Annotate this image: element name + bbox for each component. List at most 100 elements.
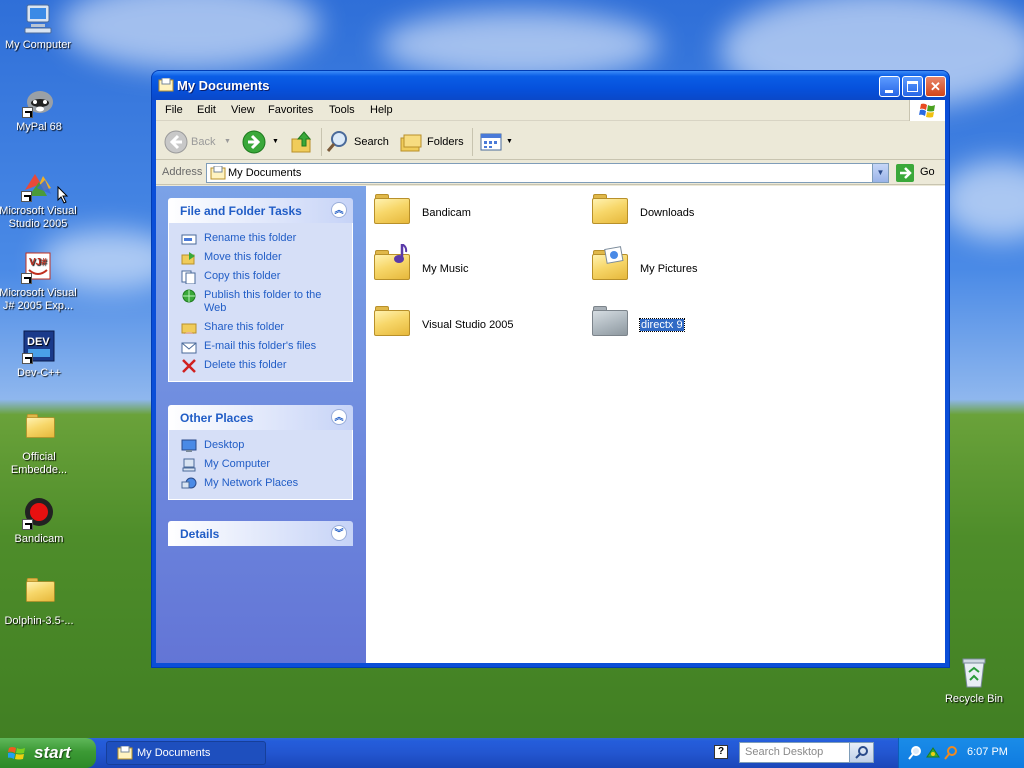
- computer-icon: [182, 458, 196, 472]
- panel-header[interactable]: Details ︾: [168, 521, 353, 546]
- place-my-network-places[interactable]: My Network Places: [169, 474, 352, 493]
- task-label: Rename this folder: [204, 232, 297, 244]
- collapse-chevron-icon[interactable]: ︽: [331, 409, 347, 425]
- desktop-icon-official-embedded[interactable]: Official Embedde...: [0, 414, 79, 477]
- windows-logo-icon: [909, 100, 945, 121]
- forward-arrow-icon: [242, 130, 266, 154]
- views-dropdown-icon: ▼: [506, 138, 513, 145]
- folders-button[interactable]: Folders: [399, 130, 465, 154]
- system-tray: 6:07 PM: [898, 738, 1024, 768]
- share-folder-icon: [181, 323, 197, 334]
- email-icon: [181, 342, 197, 354]
- task-delete-folder[interactable]: Delete this folder: [169, 356, 352, 375]
- desktop-icon-dev-cpp[interactable]: DEV Dev-C++: [0, 330, 79, 380]
- folder-item[interactable]: Downloads: [592, 192, 752, 236]
- task-email-files[interactable]: E-mail this folder's files: [169, 337, 352, 356]
- task-rename-folder[interactable]: Rename this folder: [169, 229, 352, 248]
- taskbar: start My Documents ? Search Desktop 6:07…: [0, 738, 1024, 768]
- search-button[interactable]: Search: [326, 130, 392, 154]
- search-desktop-input[interactable]: Search Desktop: [739, 742, 874, 763]
- task-label: Publish this folder to the Web: [204, 289, 322, 314]
- start-button[interactable]: start: [0, 738, 96, 768]
- search-desktop-placeholder: Search Desktop: [745, 746, 824, 758]
- network-tray-icon[interactable]: [925, 745, 941, 761]
- folder-icon: [592, 306, 628, 336]
- title-bar[interactable]: My Documents ✕: [152, 71, 949, 100]
- computer-icon: [21, 2, 55, 36]
- task-move-folder[interactable]: Move this folder: [169, 248, 352, 267]
- desktop-icon-label: Microsoft Visual J# 2005 Exp...: [0, 287, 77, 312]
- collapse-chevron-icon[interactable]: ︽: [331, 202, 347, 218]
- folder-icon: [374, 194, 410, 224]
- search-icon: [326, 131, 347, 152]
- help-icon[interactable]: ?: [714, 745, 728, 759]
- svg-text:VJ#: VJ#: [29, 257, 47, 268]
- desktop-icon-label: My Computer: [4, 39, 72, 51]
- raccoon-icon: [22, 84, 56, 118]
- up-folder-icon: [291, 131, 312, 153]
- folder-label: My Music: [422, 263, 469, 275]
- expand-chevron-icon[interactable]: ︾: [331, 525, 347, 541]
- desktop-icon-my-computer[interactable]: My Computer: [0, 2, 78, 52]
- menu-edit[interactable]: Edit: [197, 104, 216, 116]
- back-dropdown-icon[interactable]: ▼: [224, 130, 231, 154]
- task-share-folder[interactable]: Share this folder: [169, 318, 352, 337]
- folder-item-selected[interactable]: directx 9: [592, 304, 752, 348]
- clock[interactable]: 6:07 PM: [967, 746, 1008, 758]
- minimize-button[interactable]: [879, 76, 900, 97]
- task-copy-folder[interactable]: Copy this folder: [169, 267, 352, 286]
- maximize-button[interactable]: [902, 76, 923, 97]
- place-desktop[interactable]: Desktop: [169, 436, 352, 455]
- taskbar-button-label: My Documents: [137, 747, 211, 759]
- folder-item[interactable]: My Pictures: [592, 246, 752, 292]
- forward-button[interactable]: ▼: [242, 130, 279, 154]
- menu-file[interactable]: File: [165, 104, 183, 116]
- publish-globe-icon: [182, 289, 196, 303]
- views-button[interactable]: ▼: [479, 130, 513, 154]
- shortcut-arrow-icon: [21, 273, 32, 284]
- search-tray-icon[interactable]: [907, 745, 923, 761]
- search-icon: [855, 746, 868, 759]
- taskbar-button-my-documents[interactable]: My Documents: [106, 741, 266, 765]
- go-arrow-icon: [896, 164, 914, 182]
- up-folder-button[interactable]: [290, 130, 314, 154]
- desktop-icon-label: Official Embedde...: [10, 451, 68, 476]
- folder-item[interactable]: My Music: [374, 244, 534, 292]
- explorer-window[interactable]: My Documents ✕ File Edit View Favorites …: [151, 70, 950, 668]
- forward-dropdown-icon[interactable]: ▼: [272, 130, 279, 154]
- network-places-icon: [181, 477, 197, 489]
- menu-favorites[interactable]: Favorites: [268, 104, 313, 116]
- close-button[interactable]: ✕: [925, 76, 946, 97]
- panel-body: Rename this folder Move this folder Copy…: [168, 223, 353, 382]
- address-bar: Address My Documents ▼ Go: [156, 161, 945, 185]
- place-my-computer[interactable]: My Computer: [169, 455, 352, 474]
- go-button[interactable]: Go: [896, 163, 938, 183]
- search-orange-tray-icon[interactable]: [943, 745, 959, 761]
- folder-item[interactable]: Bandicam: [374, 192, 534, 236]
- desktop-icon-mypal[interactable]: MyPal 68: [0, 84, 79, 134]
- desktop-icon-dolphin[interactable]: Dolphin-3.5-...: [0, 578, 79, 628]
- address-dropdown-button[interactable]: ▼: [872, 164, 888, 182]
- panel-title: Other Places: [180, 411, 254, 425]
- menu-tools[interactable]: Tools: [329, 104, 355, 116]
- task-publish-folder[interactable]: Publish this folder to the Web: [169, 286, 352, 318]
- menu-help[interactable]: Help: [370, 104, 393, 116]
- panel-header[interactable]: Other Places ︽: [168, 405, 353, 430]
- task-label: Copy this folder: [204, 270, 281, 282]
- file-folder-tasks-panel: File and Folder Tasks ︽ Rename this fold…: [168, 198, 353, 382]
- folder-item[interactable]: Visual Studio 2005: [374, 304, 534, 348]
- menu-view[interactable]: View: [231, 104, 255, 116]
- desktop-icon-visual-jsharp[interactable]: VJ# Microsoft Visual J# 2005 Exp...: [0, 250, 78, 313]
- panel-header[interactable]: File and Folder Tasks ︽: [168, 198, 353, 223]
- folder-label: Visual Studio 2005: [422, 319, 514, 331]
- desktop-icon-label: Dev-C++: [16, 367, 62, 379]
- back-button[interactable]: Back ▼: [164, 130, 231, 154]
- back-arrow-icon: [164, 130, 188, 154]
- address-input[interactable]: My Documents ▼: [206, 163, 889, 183]
- desktop-icon: [181, 439, 197, 452]
- folder-view[interactable]: Bandicam Downloads My Music My Pictures: [366, 186, 945, 663]
- pictures-folder-icon: [592, 246, 628, 280]
- start-label: start: [34, 743, 71, 762]
- search-desktop-button[interactable]: [849, 743, 873, 762]
- desktop-icon-bandicam[interactable]: Bandicam: [0, 496, 79, 546]
